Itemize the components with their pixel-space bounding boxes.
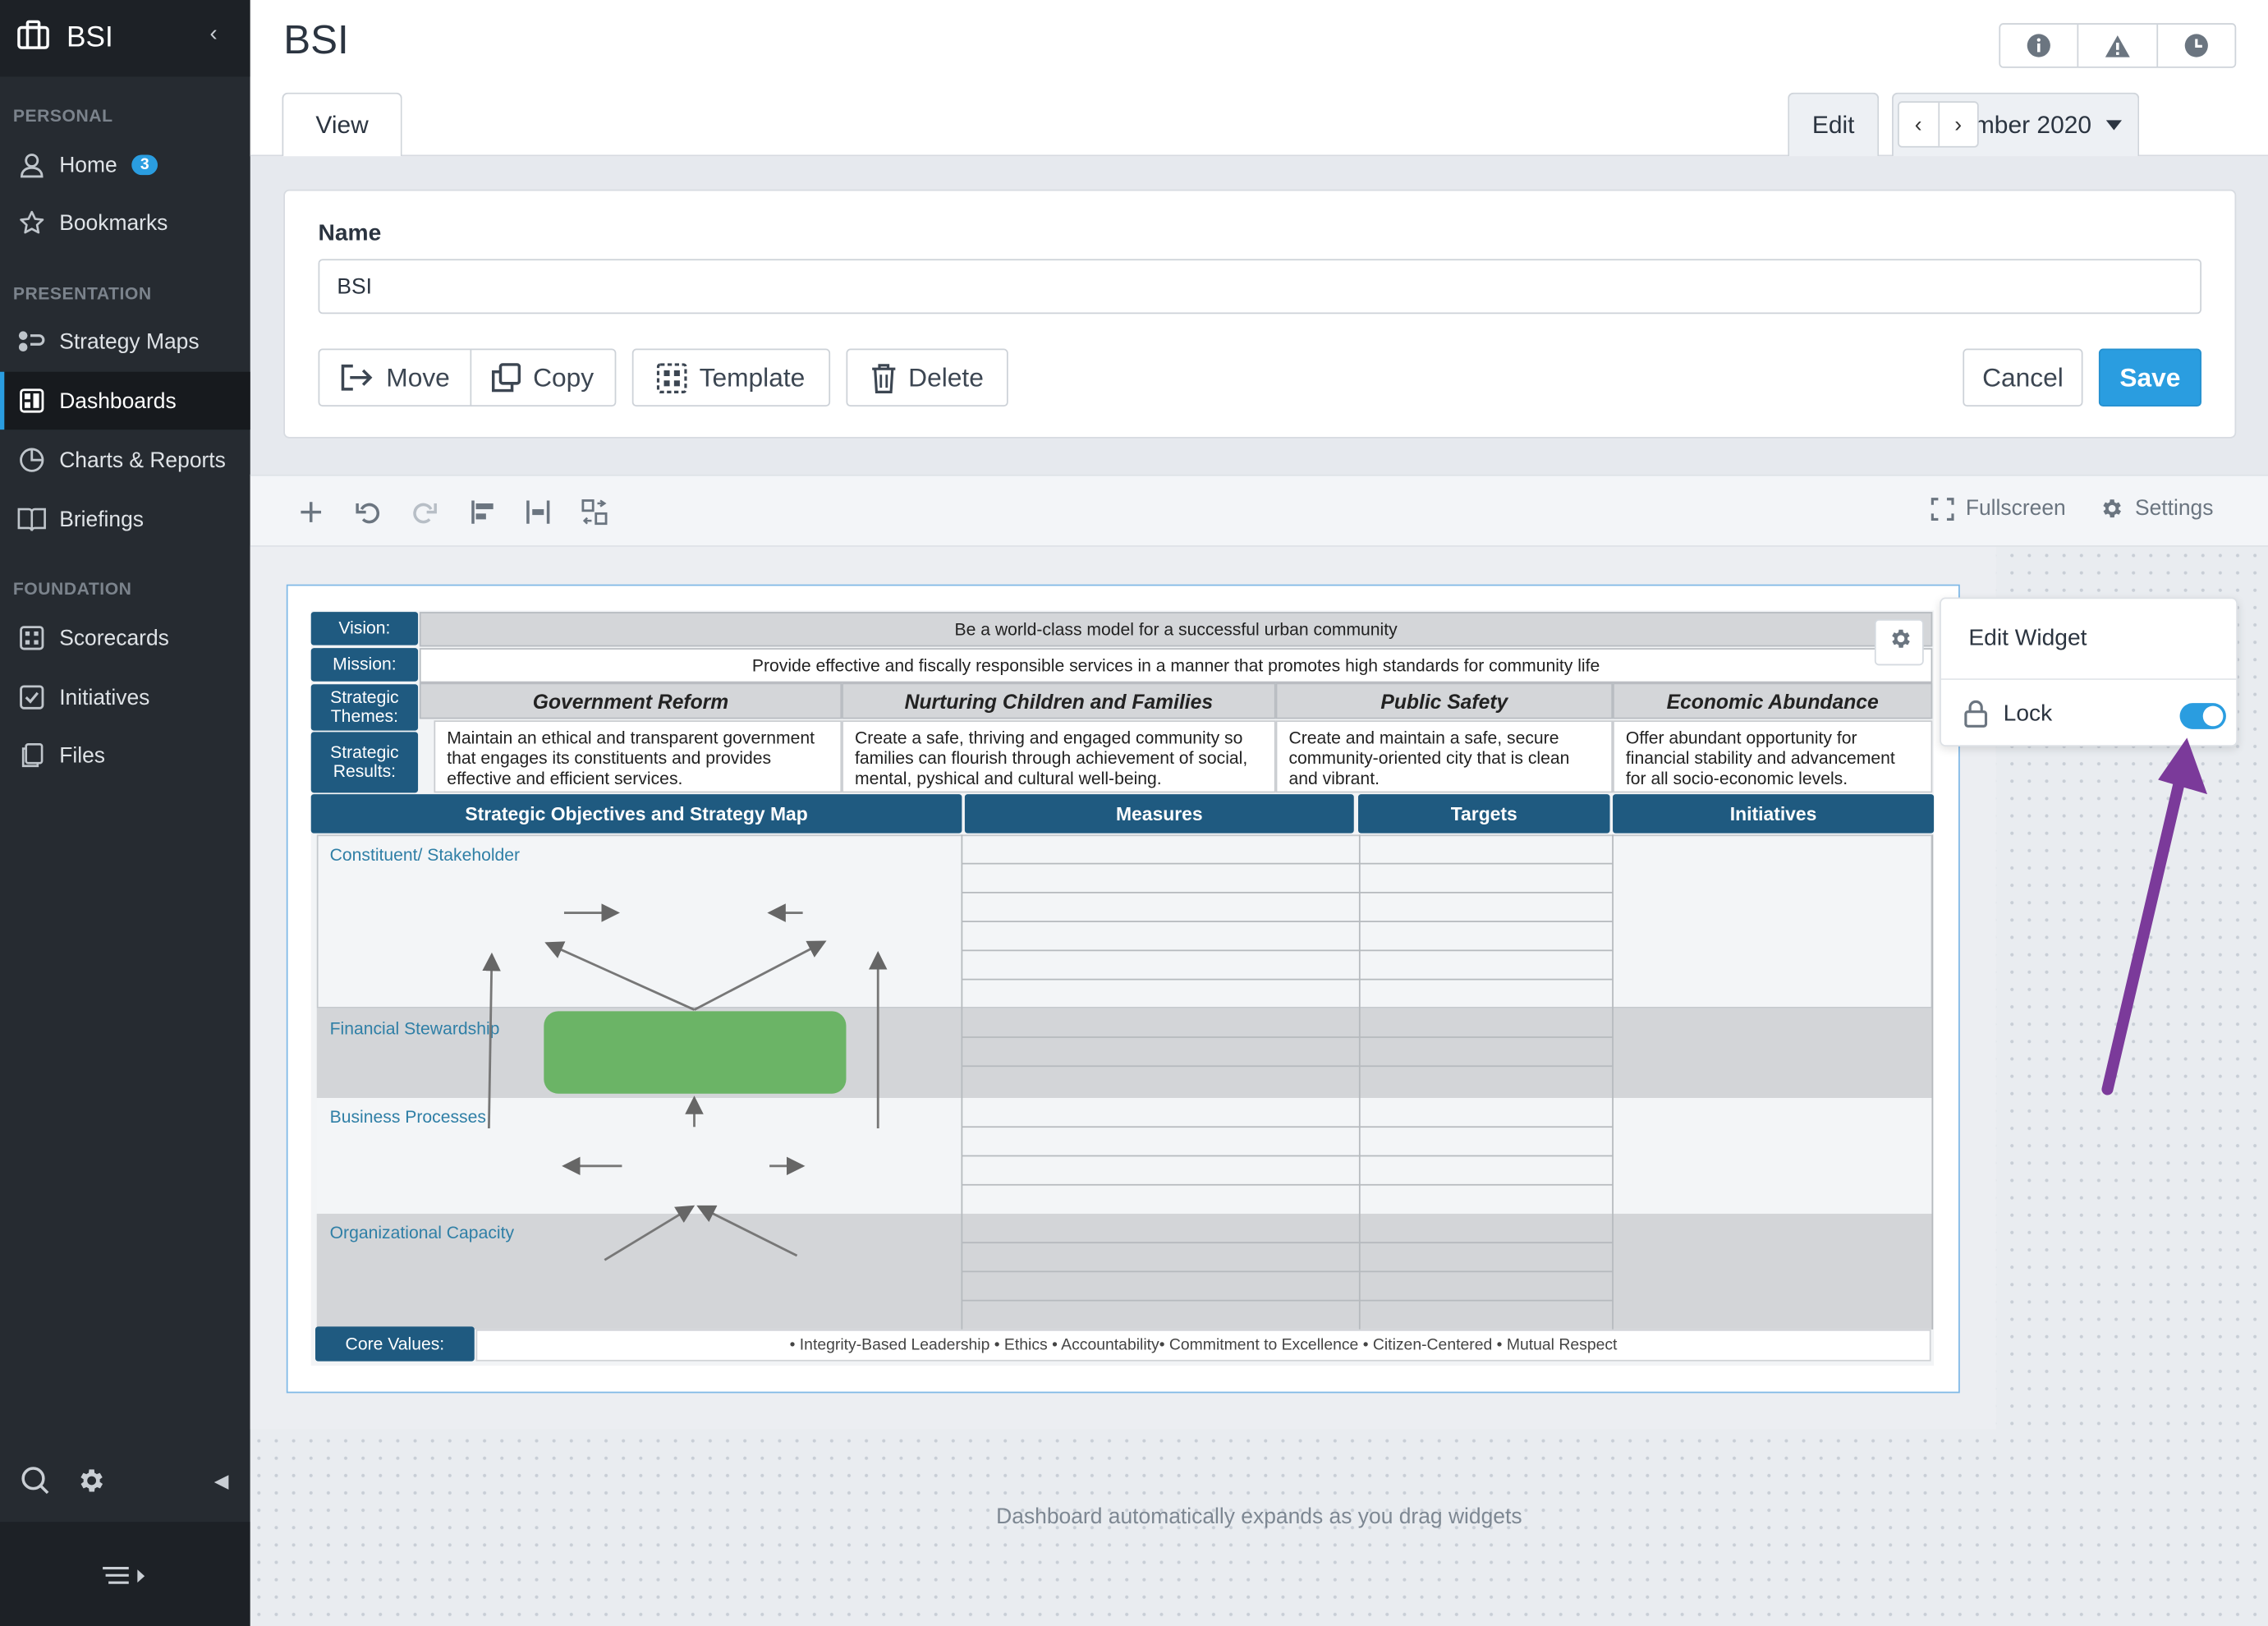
arrange-icon[interactable] xyxy=(579,496,611,528)
template-icon xyxy=(657,362,688,393)
page-title: BSI xyxy=(283,17,349,62)
user-icon xyxy=(17,150,46,179)
sidebar-item-label: Charts & Reports xyxy=(59,448,226,473)
sidebar-item-label: Home xyxy=(59,152,117,177)
briefcase-icon xyxy=(17,20,49,57)
settings-gear-icon xyxy=(2099,496,2123,521)
notification-badge: 3 xyxy=(131,154,158,176)
lock-icon xyxy=(1964,700,1988,728)
sidebar-item-charts-reports[interactable]: Charts & Reports xyxy=(0,431,250,489)
widget-gear-icon xyxy=(1887,627,1912,659)
redo-icon[interactable] xyxy=(408,496,440,528)
move-button[interactable]: Move xyxy=(318,348,472,407)
annotation-arrow xyxy=(2101,737,2208,1095)
sidebar-item-label: Files xyxy=(59,742,106,768)
sidebar-item-label: Dashboards xyxy=(59,388,177,413)
settings-button[interactable]: Settings xyxy=(2099,496,2214,521)
period-nav: ‹ › xyxy=(1898,101,1979,148)
trash-icon xyxy=(870,362,897,393)
sidebar-footer xyxy=(0,1522,250,1626)
sidebar-item-label: Strategy Maps xyxy=(59,328,200,354)
canvas-hint: Dashboard automatically expands as you d… xyxy=(996,1504,1522,1529)
sidebar-item-label: Scorecards xyxy=(59,625,169,650)
sidebar-item-home[interactable]: Home 3 xyxy=(0,136,250,194)
name-input[interactable] xyxy=(318,259,2201,315)
header-icon-group xyxy=(1999,23,2237,68)
delete-label: Delete xyxy=(908,362,984,392)
caret-down-icon xyxy=(2105,120,2123,131)
sidebar-item-initiatives[interactable]: Initiatives xyxy=(0,668,250,726)
core-values-label: Core Values: xyxy=(315,1326,475,1362)
add-icon[interactable] xyxy=(295,496,327,528)
sidebar-header: BSI ‹ xyxy=(0,0,250,77)
lock-label: Lock xyxy=(2003,700,2053,726)
chevron-left-icon[interactable]: ‹ xyxy=(1899,103,1940,146)
copy-icon xyxy=(492,363,521,393)
copy-label: Copy xyxy=(533,362,595,392)
sidebar-item-briefings[interactable]: Briefings xyxy=(0,490,250,548)
core-values-text: • Integrity-Based Leadership • Ethics • … xyxy=(475,1329,1931,1362)
distribute-icon[interactable] xyxy=(522,496,554,528)
clock-icon[interactable] xyxy=(2158,25,2235,67)
sidebar-item-files[interactable]: Files xyxy=(0,726,250,783)
template-button[interactable]: Template xyxy=(631,348,831,407)
caret-left-icon[interactable]: ◀ xyxy=(214,1470,229,1493)
save-button[interactable]: Save xyxy=(2098,348,2201,407)
settings-label: Settings xyxy=(2134,496,2214,521)
fullscreen-button[interactable]: Fullscreen xyxy=(1931,496,2066,521)
menu-expand-icon[interactable] xyxy=(103,1565,149,1596)
star-icon xyxy=(17,209,46,237)
fullscreen-icon xyxy=(1931,497,1954,521)
edit-widget-popover: Edit Widget Lock xyxy=(1940,597,2238,746)
book-icon xyxy=(17,505,46,534)
align-left-icon[interactable] xyxy=(467,496,499,528)
dashboard-icon xyxy=(17,386,46,415)
popover-title[interactable]: Edit Widget xyxy=(1968,627,2087,653)
copy-button[interactable]: Copy xyxy=(470,348,617,407)
search-icon[interactable] xyxy=(21,1465,51,1503)
pie-chart-icon xyxy=(17,446,46,475)
sidebar: BSI ‹ PERSONAL Home 3 Bookmarks PRESENTA… xyxy=(0,0,250,1626)
section-foundation: FOUNDATION xyxy=(12,578,132,599)
tab-view[interactable]: View xyxy=(282,92,402,157)
section-personal: PERSONAL xyxy=(12,105,113,126)
sidebar-item-label: Bookmarks xyxy=(59,210,168,236)
dashboard-form: Name Move Copy Template Delete Cancel Sa… xyxy=(283,189,2237,439)
fullscreen-label: Fullscreen xyxy=(1965,496,2066,521)
section-presentation: PRESENTATION xyxy=(12,283,152,304)
checkbox-icon xyxy=(17,682,46,711)
scorecard-icon xyxy=(17,623,46,652)
lock-toggle[interactable] xyxy=(2179,703,2226,729)
sidebar-item-bookmarks[interactable]: Bookmarks xyxy=(0,194,250,251)
widget-settings-button[interactable] xyxy=(1874,618,1924,666)
undo-icon[interactable] xyxy=(353,496,385,528)
collapse-sidebar-icon[interactable]: ‹ xyxy=(209,21,217,48)
delete-button[interactable]: Delete xyxy=(846,348,1008,407)
strategy-map-grid xyxy=(482,834,1934,1330)
gear-icon[interactable] xyxy=(76,1465,106,1503)
template-label: Template xyxy=(699,362,806,392)
tab-edit[interactable]: Edit xyxy=(1788,92,1880,157)
move-icon xyxy=(340,363,374,392)
sidebar-item-strategy-maps[interactable]: Strategy Maps xyxy=(0,312,250,370)
name-label: Name xyxy=(318,221,382,246)
move-label: Move xyxy=(386,362,450,392)
info-icon[interactable] xyxy=(2000,24,2079,67)
sidebar-item-label: Initiatives xyxy=(59,685,150,710)
toggle-knob xyxy=(2202,705,2224,727)
sidebar-item-dashboards[interactable]: Dashboards xyxy=(0,371,250,430)
chevron-right-icon[interactable]: › xyxy=(1939,103,1977,146)
strategy-map-icon xyxy=(17,327,46,356)
files-icon xyxy=(17,741,46,769)
strategic-objective-box xyxy=(544,1011,847,1094)
sidebar-item-scorecards[interactable]: Scorecards xyxy=(0,609,250,667)
dashboard-toolbar: Fullscreen Settings xyxy=(250,474,2268,547)
app-name[interactable]: BSI xyxy=(67,21,113,55)
bsi-infographic: Vision: Be a world-class model for a suc… xyxy=(310,610,1935,1366)
sidebar-item-label: Briefings xyxy=(59,507,145,532)
warning-icon[interactable] xyxy=(2079,24,2158,67)
cancel-button[interactable]: Cancel xyxy=(1963,348,2083,407)
